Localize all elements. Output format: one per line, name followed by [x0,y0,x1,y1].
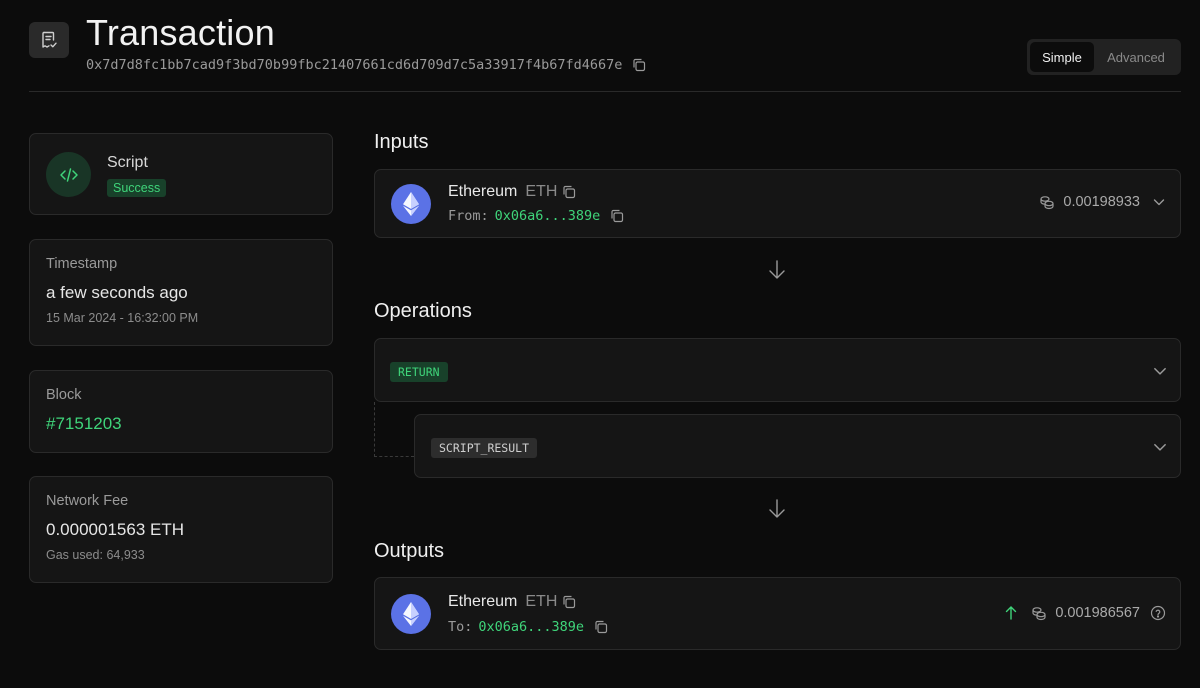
copy-icon[interactable] [632,58,646,72]
block-label: Block [46,387,82,403]
to-address[interactable]: 0x06a6...389e [478,619,584,635]
advanced-view-button[interactable]: Advanced [1094,42,1178,72]
input-asset-name-row: Ethereum ETH [448,183,576,201]
simple-view-button[interactable]: Simple [1030,42,1094,72]
copy-icon[interactable] [562,185,576,199]
input-amount: 0.00198933 [1063,194,1140,210]
chevron-down-icon[interactable] [1152,195,1166,209]
arrow-down-icon [767,499,787,519]
header-divider [29,91,1181,92]
arrow-down-icon [767,260,787,280]
ethereum-icon [391,184,431,224]
copy-icon[interactable] [562,595,576,609]
timestamp-card: Timestamp a few seconds ago 15 Mar 2024 … [29,239,333,346]
network-fee-value: 0.000001563 ETH [46,520,184,539]
operations-title: Operations [374,300,472,322]
output-to-row: To: 0x06a6...389e [448,619,608,635]
output-amount-row: 0.001986567 [1005,605,1166,621]
timestamp-absolute: 15 Mar 2024 - 16:32:00 PM [46,311,199,325]
asset-name: Ethereum [448,183,518,200]
operation-script-result[interactable]: SCRIPT_RESULT [414,414,1181,478]
operation-badge: RETURN [390,362,448,382]
copy-icon[interactable] [594,620,608,634]
timestamp-relative: a few seconds ago [46,283,188,302]
from-address[interactable]: 0x06a6...389e [495,208,601,224]
output-amount: 0.001986567 [1055,605,1140,621]
gas-used: Gas used: 64,933 [46,548,145,562]
receipt-check-icon [29,22,69,58]
input-asset-panel[interactable]: Ethereum ETH From: 0x06a6...389e 0.00198… [374,169,1181,238]
page-title: Transaction [86,12,275,53]
transaction-type-card: Script Success [29,133,333,215]
status-badge: Success [107,179,167,197]
chevron-down-icon[interactable] [1152,363,1168,379]
inputs-title: Inputs [374,131,429,153]
operation-return[interactable]: RETURN [374,338,1181,402]
transaction-type-label: Script [107,154,148,171]
timestamp-label: Timestamp [46,256,118,272]
chevron-down-icon[interactable] [1152,439,1168,455]
outputs-title: Outputs [374,540,445,562]
coins-icon [1031,605,1047,621]
input-from-row: From: 0x06a6...389e [448,208,624,224]
network-fee-label: Network Fee [46,493,129,509]
block-link[interactable]: #7151203 [46,414,122,434]
from-label: From: [448,208,489,224]
ethereum-icon [391,594,431,634]
output-asset-panel[interactable]: Ethereum ETH To: 0x06a6...389e 0.0019865… [374,577,1181,650]
code-icon [46,152,91,197]
view-toggle: Simple Advanced [1027,39,1181,75]
operation-badge: SCRIPT_RESULT [431,438,538,458]
operation-connector [374,402,414,457]
arrow-up-icon [1005,606,1017,620]
help-circle-icon[interactable] [1150,605,1166,621]
coins-icon [1039,194,1055,210]
input-amount-row: 0.00198933 [1039,194,1166,210]
asset-symbol: ETH [525,593,558,610]
block-card: Block #7151203 [29,370,333,453]
output-asset-name-row: Ethereum ETH [448,593,576,611]
tx-hash-row: 0x7d7d8fc1bb7cad9f3bd70b99fbc21407661cd6… [86,57,646,73]
asset-symbol: ETH [525,183,558,200]
tx-hash: 0x7d7d8fc1bb7cad9f3bd70b99fbc21407661cd6… [86,57,623,73]
to-label: To: [448,619,473,635]
copy-icon[interactable] [610,209,624,223]
network-fee-card: Network Fee 0.000001563 ETH Gas used: 64… [29,476,333,583]
asset-name: Ethereum [448,593,518,610]
